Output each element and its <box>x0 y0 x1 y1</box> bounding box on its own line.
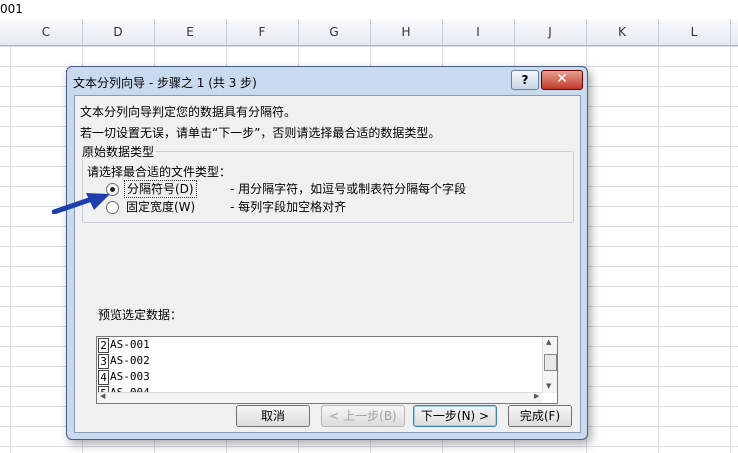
radio-fixed-width-desc: - 每列字段加空格对齐 <box>230 200 347 214</box>
radio-fixed-width-label[interactable]: 固定宽度(W) <box>124 198 197 216</box>
file-type-prompt: 请选择最合适的文件类型： <box>87 165 232 179</box>
column-header-j[interactable]: J <box>514 19 587 45</box>
row-number: 2 <box>98 337 109 353</box>
column-header-g[interactable]: G <box>298 19 371 45</box>
close-button[interactable]: ✕ <box>541 70 583 90</box>
column-header-l[interactable]: L <box>658 19 731 45</box>
cancel-button[interactable]: 取消 <box>236 405 310 427</box>
column-header-k[interactable]: K <box>586 19 659 45</box>
preview-row: 2 AS-001 <box>97 337 543 353</box>
group-title: 原始数据类型 <box>80 143 157 160</box>
column-header-c[interactable]: C <box>10 19 83 45</box>
annotation-arrow-icon <box>52 193 110 214</box>
formula-text: 001 <box>0 2 23 16</box>
text-to-columns-dialog: 文本分列向导 - 步骤之 1 (共 3 步) ? ✕ 文本分列向导判定您的数据具… <box>66 66 588 440</box>
scroll-left-icon[interactable]: ◀ <box>100 392 105 400</box>
scroll-right-icon[interactable]: ▶ <box>534 392 539 400</box>
intro-text-2: 若一切设置无误，请单击“下一步”，否则请选择最合适的数据类型。 <box>80 126 441 140</box>
help-button[interactable]: ? <box>511 70 539 90</box>
row-text: AS-003 <box>110 370 150 383</box>
vertical-scrollbar[interactable]: ▲ ▼ <box>542 337 557 393</box>
column-header-d[interactable]: D <box>82 19 155 45</box>
radio-delimited[interactable]: 分隔符号(D) - 用分隔字符，如逗号或制表符分隔每个字段 <box>106 180 526 198</box>
horizontal-scrollbar[interactable]: ◀ ▶ <box>97 392 543 403</box>
preview-pane[interactable]: 2 AS-001 3 AS-002 4 AS-003 5 AS-004 ▲ ▼ ◀ <box>96 336 558 404</box>
intro-text-1: 文本分列向导判定您的数据具有分隔符。 <box>80 105 297 119</box>
dialog-titlebar[interactable]: 文本分列向导 - 步骤之 1 (共 3 步) ? ✕ <box>67 67 587 95</box>
back-button[interactable]: < 上一步(B) <box>321 405 405 427</box>
preview-row: 3 AS-002 <box>97 353 543 369</box>
column-header-e[interactable]: E <box>154 19 227 45</box>
column-header-f[interactable]: F <box>226 19 299 45</box>
column-header-h[interactable]: H <box>370 19 443 45</box>
scroll-thumb[interactable] <box>544 354 557 371</box>
scroll-up-icon[interactable]: ▲ <box>546 338 551 346</box>
preview-row: 4 AS-003 <box>97 369 543 385</box>
row-text: AS-002 <box>110 354 150 367</box>
radio-delimited-label[interactable]: 分隔符号(D) <box>124 180 197 198</box>
row-text: AS-001 <box>110 338 150 351</box>
preview-label: 预览选定数据： <box>98 308 183 322</box>
column-header-row: C D E F G H I J K L <box>0 19 738 46</box>
scroll-down-icon[interactable]: ▼ <box>546 382 551 390</box>
dialog-body: 文本分列向导判定您的数据具有分隔符。 若一切设置无误，请单击“下一步”，否则请选… <box>74 95 581 433</box>
preview-rows: 2 AS-001 3 AS-002 4 AS-003 5 AS-004 <box>97 337 543 393</box>
radio-fixed-width[interactable]: 固定宽度(W) - 每列字段加空格对齐 <box>106 198 526 216</box>
row-number: 3 <box>98 353 109 369</box>
finish-button[interactable]: 完成(F) <box>508 405 572 427</box>
formula-bar[interactable]: 001 <box>0 0 738 20</box>
column-header-i[interactable]: I <box>442 19 515 45</box>
next-button[interactable]: 下一步(N) > <box>413 405 497 427</box>
row-number: 4 <box>98 369 109 385</box>
radio-delimited-desc: - 用分隔字符，如逗号或制表符分隔每个字段 <box>230 182 467 196</box>
dialog-title: 文本分列向导 - 步骤之 1 (共 3 步) <box>73 76 257 90</box>
